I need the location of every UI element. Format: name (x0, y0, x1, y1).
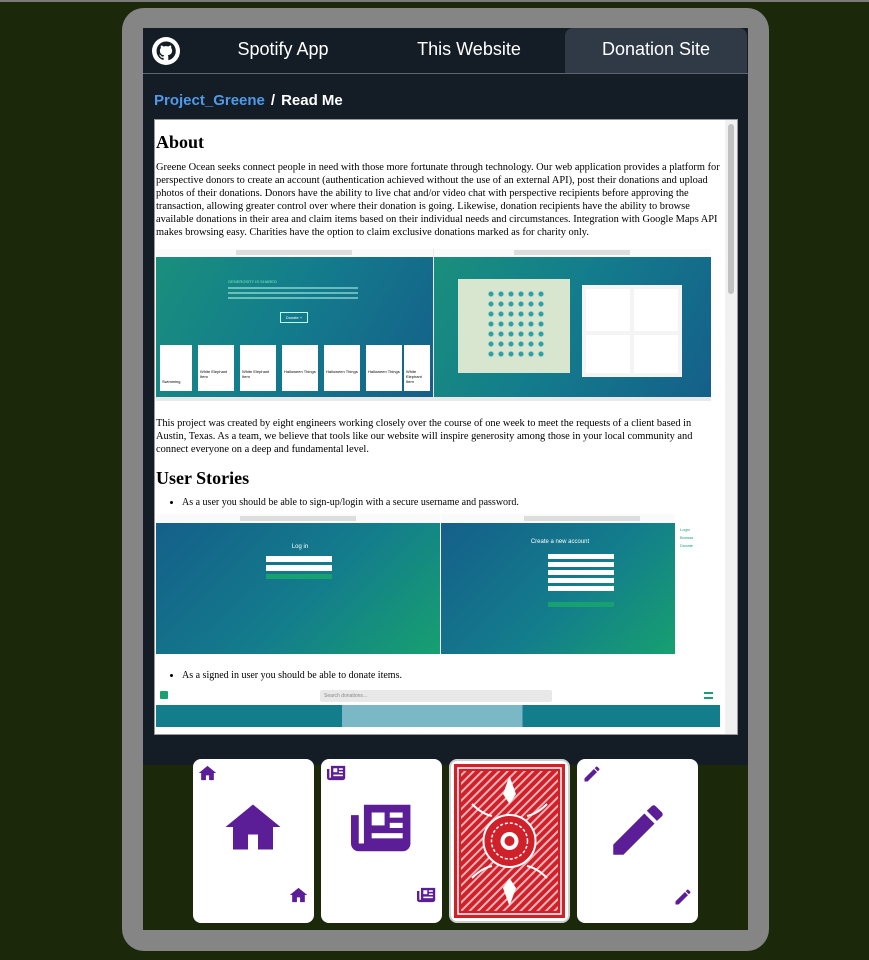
breadcrumb: Project_Greene / Read Me (154, 92, 343, 109)
top-divider (0, 0, 869, 2)
shot1-item-1: Swimming (162, 379, 181, 384)
shot2-menu-browse: Browse (680, 535, 694, 540)
project-paragraph: This project was created by eight engine… (156, 418, 693, 455)
breadcrumb-repo-link[interactable]: Project_Greene (154, 92, 265, 109)
card-home[interactable] (193, 759, 314, 923)
user-stories-list-2: As a signed in user you should be able t… (156, 670, 720, 681)
shot2-menu-login: Login (680, 527, 690, 532)
user-story-1: As a user you should be able to sign-up/… (182, 497, 720, 508)
newspaper-icon (327, 765, 346, 781)
shot1-item-2: White Elephant Item (200, 369, 228, 379)
card-newspaper[interactable] (321, 759, 442, 923)
shot1-item-3: White Elephant Item (242, 369, 270, 379)
github-icon[interactable] (151, 36, 181, 66)
user-story-2: As a signed in user you should be able t… (182, 670, 720, 681)
about-paragraph: Greene Ocean seeks connect people in nee… (156, 162, 720, 238)
home-icon (225, 804, 281, 850)
shot1-item-6: Halloween Things (368, 369, 400, 374)
about-heading: About (156, 132, 205, 152)
shot1-item-7: White Elephant Item (406, 369, 422, 384)
tab-donation-site[interactable]: Donation Site (565, 28, 747, 73)
home-icon (198, 765, 217, 781)
home-icon (289, 887, 308, 903)
top-nav: Spotify App This Website Donation Site (143, 28, 748, 74)
pencil-icon (675, 889, 691, 905)
tab-this-website[interactable]: This Website (379, 28, 559, 73)
shot1-item-4: Halloween Things (284, 369, 316, 374)
shot2-signup-title: Create a new account (530, 539, 590, 545)
shot1-item-5: Halloween Things (326, 369, 358, 374)
shot1-tagline: GENEROSITY IS SHARED (228, 279, 277, 284)
readme-content: About Greene Ocean seeks connect people … (156, 120, 720, 727)
card-back[interactable] (449, 759, 570, 923)
breadcrumb-file: Read Me (281, 92, 343, 109)
readme-scrollbar-thumb[interactable] (728, 124, 734, 294)
pencil-icon (584, 766, 600, 782)
shot3-search: Search donations... (320, 690, 552, 702)
shot2-login-title: Log in (291, 544, 309, 550)
shot2-menu-donate: Donate (680, 543, 693, 548)
newspaper-icon (417, 887, 436, 903)
user-stories-list-1: As a user you should be able to sign-up/… (156, 497, 720, 508)
breadcrumb-separator: / (270, 92, 276, 109)
pencil-icon (613, 805, 663, 855)
readme-screenshot-donate: Search donations... (156, 687, 720, 727)
newspaper-icon (351, 804, 411, 852)
readme-screenshot-home-map: GENEROSITY IS SHARED Donate + Swimming W… (156, 249, 711, 401)
user-stories-heading: User Stories (156, 468, 250, 488)
card-pencil[interactable] (577, 759, 698, 923)
shot1-donate-button: Donate + (280, 312, 308, 323)
card-back-pattern (454, 764, 565, 918)
readme-screenshot-login: Log in Create a new account Login Browse (156, 514, 720, 660)
readme-viewer[interactable]: About Greene Ocean seeks connect people … (154, 119, 738, 735)
readme-scrollbar[interactable] (725, 120, 737, 734)
tab-spotify-app[interactable]: Spotify App (193, 28, 373, 73)
portfolio-window: Spotify App This Website Donation Site P… (143, 28, 748, 765)
